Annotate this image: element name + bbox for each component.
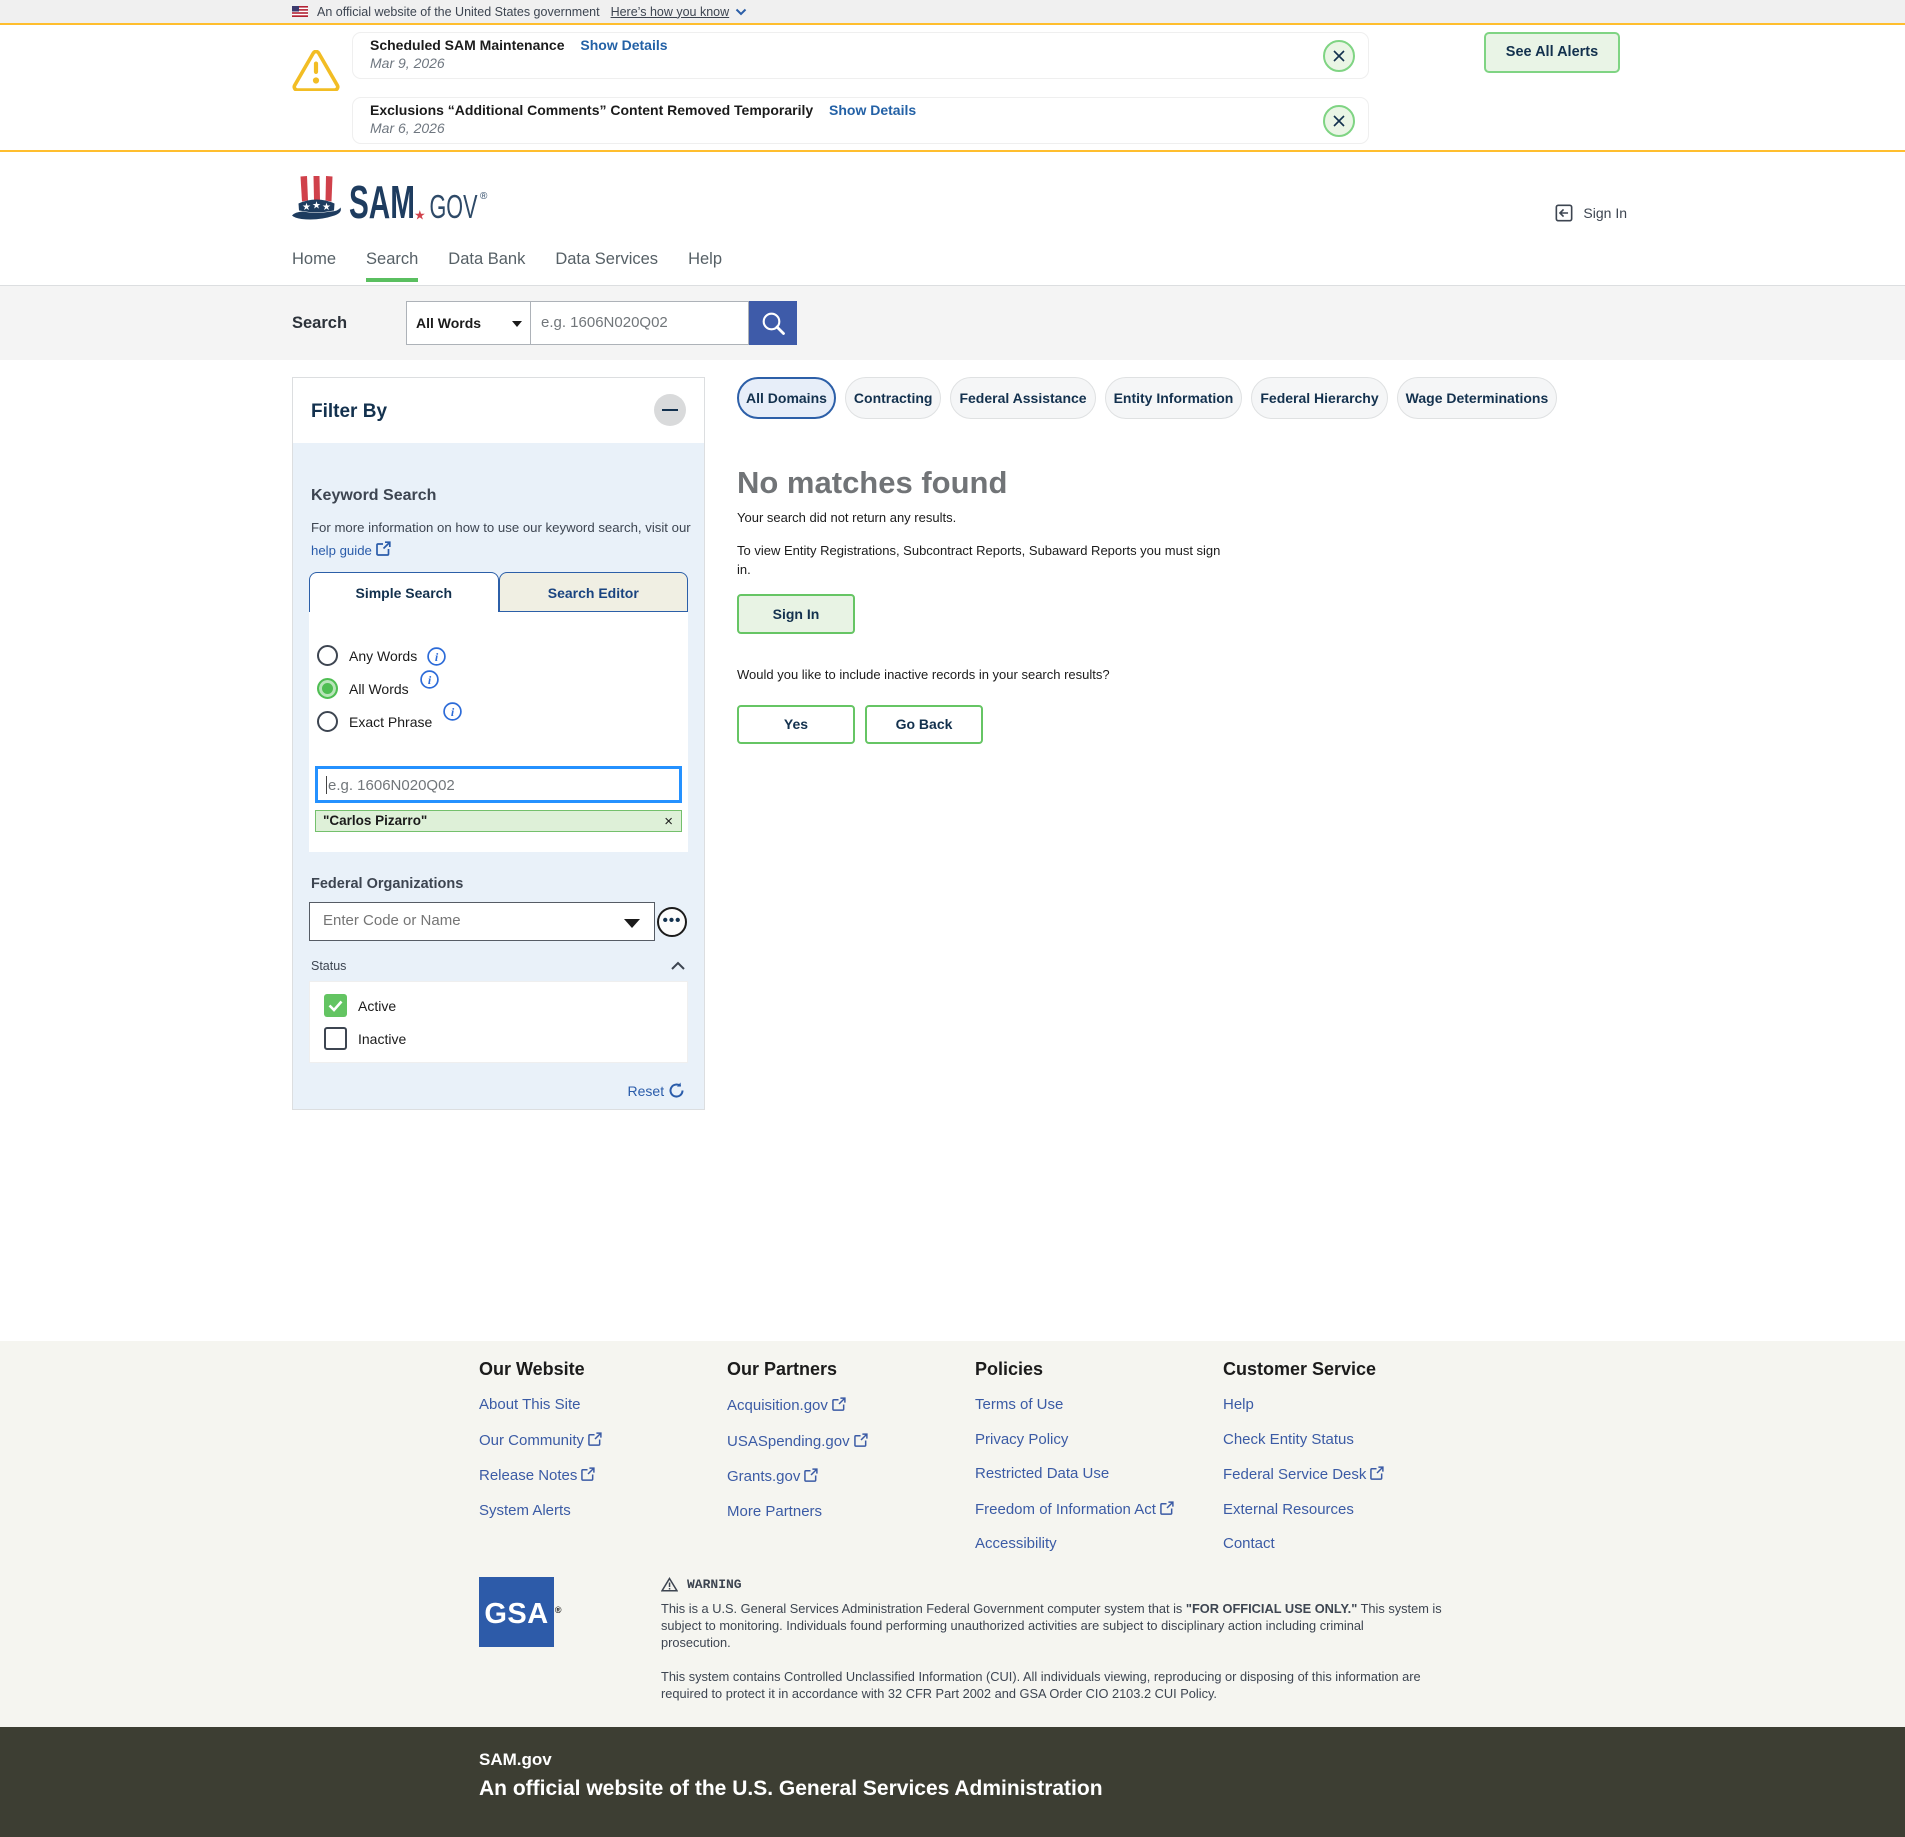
svg-text:®: ®: [480, 191, 488, 202]
svg-text:★: ★: [302, 202, 311, 213]
svg-text:i: i: [428, 673, 432, 687]
svg-text:GOV: GOV: [430, 188, 478, 224]
svg-text:★: ★: [312, 201, 321, 212]
svg-text:i: i: [435, 650, 439, 664]
svg-text:i: i: [451, 705, 455, 719]
svg-text:SAM: SAM: [349, 176, 415, 224]
svg-text:★: ★: [414, 208, 426, 223]
svg-text:★: ★: [322, 202, 331, 213]
